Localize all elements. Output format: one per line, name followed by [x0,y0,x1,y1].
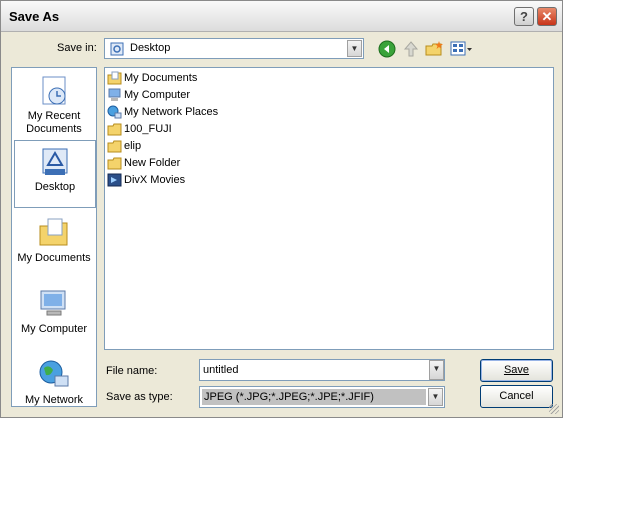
documents-folder-icon [107,71,122,85]
file-name: My Computer [124,89,191,101]
place-label: My Computer [20,323,88,335]
recent-documents-icon [42,76,66,105]
file-name: New Folder [124,157,181,169]
close-button[interactable]: ✕ [537,7,557,26]
folder-icon [107,123,122,136]
back-icon[interactable] [378,40,396,58]
file-name: My Documents [124,72,198,84]
chevron-down-icon[interactable]: ▼ [429,360,444,380]
shortcut-icon [107,173,122,187]
save-as-type-value: JPEG (*.JPG;*.JPEG;*.JPE;*.JFIF) [202,389,426,405]
file-name: elip [124,140,142,152]
place-label: My Network [24,394,84,406]
views-menu-icon[interactable] [450,40,474,58]
up-folder-icon[interactable] [402,40,420,58]
save-as-type-dropdown[interactable]: JPEG (*.JPG;*.JPEG;*.JPE;*.JFIF) ▼ [199,386,445,408]
save-in-label: Save in: [57,42,97,54]
save-in-dropdown[interactable]: Desktop ▼ [104,38,364,59]
file-list[interactable]: My Documents My Computer My Network Plac… [104,67,554,350]
place-my-computer[interactable]: My Computer [14,287,94,336]
desktop-icon [42,148,68,175]
title-bar[interactable]: Save As ? ✕ [1,1,562,32]
save-in-value: Desktop [130,42,171,54]
new-folder-icon[interactable] [425,40,445,58]
folder-icon [107,140,122,153]
file-name: My Network Places [124,106,219,118]
cancel-button[interactable]: Cancel [480,385,553,408]
file-name-input[interactable]: untitled ▼ [199,359,445,381]
desktop-small-icon [110,42,124,56]
place-desktop[interactable]: Desktop [14,140,96,208]
resize-grip[interactable] [549,404,559,414]
place-label: My Recent Documents [26,110,82,135]
file-name-value: untitled [203,364,239,376]
help-button[interactable]: ? [514,7,534,26]
chevron-down-icon[interactable]: ▼ [428,388,443,406]
save-as-type-label: Save as type: [106,391,173,403]
save-button-label: Save [503,364,530,376]
save-button[interactable]: Save [480,359,553,382]
file-name: 100_FUJI [124,123,172,135]
places-bar: My Recent Documents Desktop My Documents [11,67,97,407]
my-network-icon [39,360,69,387]
my-documents-icon [39,218,68,246]
place-label: Desktop [34,181,76,193]
file-name: DivX Movies [124,174,186,186]
network-icon [107,105,122,119]
place-my-documents[interactable]: My Documents [14,216,94,265]
place-my-recent-documents[interactable]: My Recent Documents [14,74,94,136]
place-my-network[interactable]: My Network [14,358,94,407]
window-title: Save As [9,9,60,24]
chevron-down-icon[interactable]: ▼ [347,40,362,57]
file-name-label: File name: [106,365,158,377]
computer-icon [108,88,121,101]
place-label: My Documents [17,252,91,264]
save-as-dialog: Save As ? ✕ Save in: Desktop ▼ My Recent… [0,0,563,418]
folder-icon [107,157,122,170]
my-computer-icon [40,290,66,316]
